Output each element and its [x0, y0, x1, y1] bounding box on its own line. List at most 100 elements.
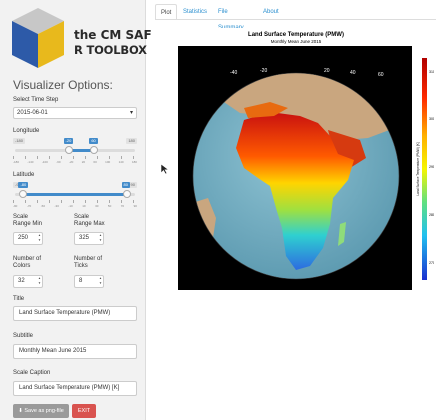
lon-label: 60: [378, 72, 384, 78]
slider-tick-label: -50: [40, 204, 46, 208]
spinner-arrows-icon[interactable]: ▲ ▼: [99, 233, 102, 243]
mouse-cursor-icon: [160, 163, 170, 175]
slider-tick-label: -60: [56, 160, 61, 164]
scale-max-input[interactable]: 325 ▲ ▼: [74, 232, 104, 245]
lon-label: 40: [350, 70, 356, 76]
tab-file-summary[interactable]: File Summary: [213, 4, 249, 31]
latitude-high-handle[interactable]: [122, 190, 131, 198]
lon-label: 20: [324, 68, 330, 74]
latitude-label: Latitude: [13, 172, 35, 178]
logo: the CM SAF R TOOLBOX: [8, 6, 152, 72]
download-icon: ⬇: [18, 408, 23, 414]
slider-ticks: [13, 200, 137, 203]
colors-label-2: Colors: [13, 263, 31, 269]
slider-tick-label: 10: [82, 204, 86, 208]
slider-tick-label: 100: [105, 160, 111, 164]
latitude-low-handle[interactable]: [19, 190, 28, 198]
colorbar-tick: 300: [429, 117, 434, 121]
logo-wordmark: the CM SAF R TOOLBOX: [74, 28, 152, 58]
app-window: the CM SAF R TOOLBOX Visualizer Options:…: [0, 0, 436, 420]
longitude-slider[interactable]: -180 180 -20 60 -180 -140 -100 -60 -20 20 60 10…: [13, 138, 137, 168]
map-plot: Land Surface Temperature (PMW) Monthly M…: [178, 28, 434, 290]
plot-title: Land Surface Temperature (PMW): [248, 32, 344, 38]
slider-tick-label: -90: [13, 204, 18, 208]
longitude-high-tip: 60: [89, 138, 98, 144]
title-field-label: Title: [13, 296, 25, 302]
options-title: Visualizer Options:: [13, 78, 113, 92]
colorbar-tick: 310: [429, 70, 434, 74]
subtitle-input[interactable]: Monthly Mean June 2015: [13, 344, 137, 359]
sidebar: the CM SAF R TOOLBOX Visualizer Options:…: [0, 0, 152, 420]
scale-min-value: 250: [18, 235, 29, 241]
longitude-label: Longitude: [13, 128, 40, 134]
map-svg: Land Surface Temperature (PMW) Monthly M…: [178, 32, 434, 290]
slider-tick-label: -30: [54, 204, 59, 208]
lon-label: -20: [260, 68, 267, 74]
spinner-arrows-icon[interactable]: ▲ ▼: [38, 233, 41, 243]
slider-ticks: [13, 156, 137, 159]
scale-max-value: 325: [79, 235, 90, 241]
slider-tick-label: 30: [95, 204, 99, 208]
plot-subtitle: Monthly Mean June 2015: [271, 39, 322, 44]
spinner-arrows-icon[interactable]: ▲ ▼: [38, 276, 41, 286]
slider-tick-label: 50: [107, 204, 112, 208]
longitude-high-handle[interactable]: [90, 146, 99, 154]
time-step-select[interactable]: 2015-06-01 ▾: [13, 107, 137, 119]
tab-divider: [155, 19, 436, 20]
slider-tick-label: 90: [133, 204, 137, 208]
slider-tick-label: -140: [27, 160, 34, 164]
longitude-low-handle[interactable]: [64, 146, 73, 154]
ticks-input[interactable]: 8 ▲ ▼: [74, 275, 104, 288]
tab-statistics[interactable]: Statistics: [178, 4, 212, 20]
colors-input[interactable]: 32 ▲ ▼: [13, 275, 43, 288]
subtitle-field-label: Subtitle: [13, 333, 34, 339]
save-png-button[interactable]: ⬇ Save as png-file: [13, 404, 69, 418]
slider-tick-label: 180: [131, 160, 137, 164]
slider-tick-label: -10: [68, 204, 73, 208]
chevron-down-icon: ▾: [129, 110, 133, 116]
slider-tick-label: -70: [26, 204, 32, 208]
longitude-tick-labels: -180 -140 -100 -60 -20 20 60 100 140 180: [13, 160, 137, 164]
logo-line-2: R TOOLBOX: [74, 43, 147, 57]
scale-max-label-2: Range Max: [74, 221, 105, 227]
caption-input[interactable]: Land Surface Temperature (PMW) [K]: [13, 381, 137, 396]
scale-min-input[interactable]: 250 ▲ ▼: [13, 232, 43, 245]
colorbar-tick: 280: [429, 213, 434, 217]
scale-min-label-2: Range Min: [13, 221, 43, 227]
slider-tick-label: 60: [93, 160, 97, 164]
tab-plot[interactable]: Plot: [155, 4, 178, 20]
tab-about[interactable]: About: [258, 4, 284, 20]
colorbar-tick: 290: [429, 165, 434, 169]
time-step-label: Select Time Step: [13, 97, 59, 103]
slider-tick-label: 140: [118, 160, 124, 164]
slider-tick-label: -20: [68, 160, 74, 164]
title-input[interactable]: Land Surface Temperature (PMW): [13, 306, 137, 321]
lon-label: -40: [230, 70, 237, 76]
time-step-value: 2015-06-01: [17, 110, 48, 116]
colors-label-1: Number of: [13, 256, 42, 262]
ticks-label-2: Ticks: [74, 263, 88, 269]
colors-value: 32: [18, 278, 25, 284]
latitude-high-tip: 80: [121, 182, 130, 188]
longitude-min-edge: -180: [13, 138, 26, 144]
exit-button[interactable]: EXIT: [72, 404, 96, 418]
colorbar-tick: 270: [429, 261, 434, 265]
longitude-max-edge: 180: [126, 138, 137, 144]
latitude-slider[interactable]: -90 90 -80 80 -90 -70 -50 -30 -10 10 30 50 70 90: [13, 182, 137, 212]
longitude-low-tip: -20: [63, 138, 74, 144]
save-button-label: Save as png-file: [24, 408, 64, 414]
ticks-label-1: Number of: [74, 256, 103, 262]
slider-tick-label: 70: [120, 204, 125, 208]
slider-selected-range: [23, 193, 127, 196]
latitude-tick-labels: -90 -70 -50 -30 -10 10 30 50 70 90: [13, 204, 137, 208]
latitude-low-tip: -80: [18, 182, 29, 188]
scale-max-label-1: Scale: [74, 214, 90, 220]
slider-tick-label: 20: [81, 160, 86, 164]
slider-tick-label: -100: [41, 160, 48, 164]
ticks-value: 8: [79, 278, 83, 284]
colorbar-caption: Land Surface Temperature (PMW) [K]: [416, 142, 420, 195]
spinner-arrows-icon[interactable]: ▲ ▼: [99, 276, 102, 286]
colorbar: [422, 58, 427, 280]
logo-line-1: the CM SAF: [74, 28, 152, 42]
slider-tick-label: -180: [13, 160, 20, 164]
